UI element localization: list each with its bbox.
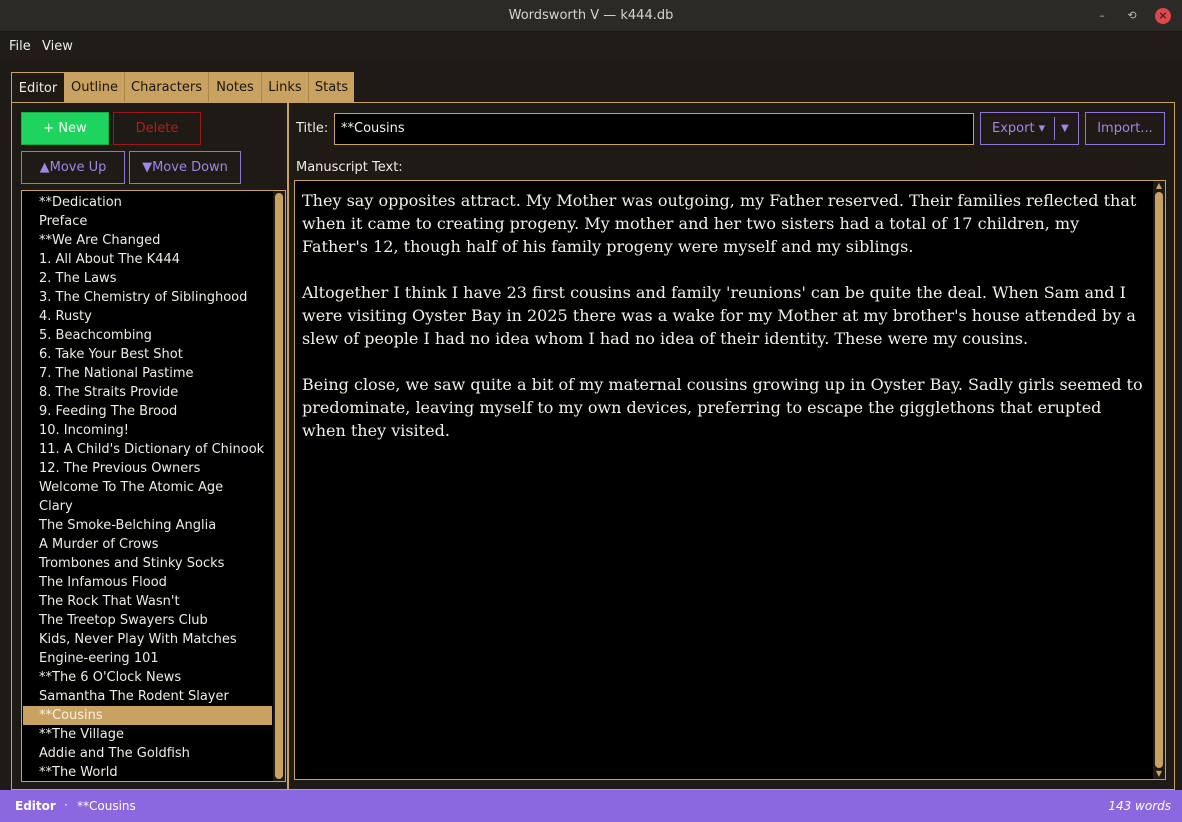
status-bar: Editor · **Cousins 143 words bbox=[0, 790, 1182, 822]
list-item[interactable]: **Dedication bbox=[23, 193, 272, 212]
list-item[interactable]: The Infamous Flood bbox=[23, 573, 272, 592]
chapter-list-scrollbar[interactable] bbox=[273, 191, 285, 781]
list-item[interactable]: 2. The Laws bbox=[23, 269, 272, 288]
list-item[interactable]: **We Are Changed bbox=[23, 231, 272, 250]
new-chapter-button[interactable]: + New bbox=[21, 112, 109, 145]
export-label: Export ▾ bbox=[992, 121, 1046, 136]
scrollbar-thumb[interactable] bbox=[1155, 192, 1163, 768]
minimize-icon[interactable]: – bbox=[1094, 8, 1110, 24]
chapter-list[interactable]: **Dedication Preface **We Are Changed 1.… bbox=[21, 190, 286, 782]
import-button[interactable]: Import... bbox=[1085, 112, 1165, 145]
list-item[interactable]: **The World bbox=[23, 763, 272, 781]
move-down-button[interactable]: ▼Move Down bbox=[129, 151, 241, 184]
window-title: Wordsworth V — k444.db bbox=[508, 8, 674, 23]
move-up-button[interactable]: ▲Move Up bbox=[21, 151, 125, 184]
list-item[interactable]: Addie and The Goldfish bbox=[23, 744, 272, 763]
list-item[interactable]: Clary bbox=[23, 497, 272, 516]
list-item[interactable]: Trombones and Stinky Socks bbox=[23, 554, 272, 573]
list-item[interactable]: The Rock That Wasn't bbox=[23, 592, 272, 611]
tab-notes[interactable]: Notes bbox=[209, 72, 262, 103]
chevron-down-icon[interactable]: ▼ bbox=[1061, 113, 1069, 144]
list-item[interactable]: 1. All About The K444 bbox=[23, 250, 272, 269]
list-item[interactable]: 9. Feeding The Brood bbox=[23, 402, 272, 421]
tab-editor[interactable]: Editor bbox=[11, 72, 65, 104]
restore-icon[interactable]: ⟲ bbox=[1124, 8, 1140, 24]
list-item[interactable]: The Smoke-Belching Anglia bbox=[23, 516, 272, 535]
tab-links[interactable]: Links bbox=[262, 72, 309, 103]
scroll-up-arrow-icon[interactable]: ▲ bbox=[1153, 181, 1165, 191]
export-button[interactable]: Export ▾ ▼ bbox=[980, 112, 1079, 145]
manuscript-editor[interactable]: They say opposites attract. My Mother wa… bbox=[294, 180, 1166, 780]
paragraph: They say opposites attract. My Mother wa… bbox=[302, 191, 1137, 256]
menu-bar: File View bbox=[0, 32, 1182, 60]
word-count: 143 words bbox=[1108, 799, 1171, 813]
list-item[interactable]: The Treetop Swayers Club bbox=[23, 611, 272, 630]
menu-file[interactable]: File bbox=[9, 39, 31, 54]
paragraph: Being close, we saw quite a bit of my ma… bbox=[302, 375, 1143, 440]
scrollbar-thumb[interactable] bbox=[275, 193, 283, 779]
split-handle[interactable] bbox=[287, 103, 289, 789]
list-item[interactable]: 12. The Previous Owners bbox=[23, 459, 272, 478]
export-separator bbox=[1054, 117, 1055, 140]
list-item[interactable]: 3. The Chemistry of Siblinghood bbox=[23, 288, 272, 307]
list-item[interactable]: **The 6 O'Clock News bbox=[23, 668, 272, 687]
list-item[interactable]: 7. The National Pastime bbox=[23, 364, 272, 383]
list-item[interactable]: 5. Beachcombing bbox=[23, 326, 272, 345]
status-mode: Editor bbox=[15, 799, 56, 813]
status-separator: · bbox=[64, 798, 68, 812]
manuscript-text[interactable]: They say opposites attract. My Mother wa… bbox=[302, 189, 1150, 465]
title-label: Title: bbox=[296, 121, 329, 136]
close-icon[interactable]: × bbox=[1155, 8, 1171, 24]
delete-chapter-button[interactable]: Delete bbox=[113, 112, 201, 145]
tab-outline[interactable]: Outline bbox=[65, 72, 125, 103]
list-item-selected[interactable]: **Cousins bbox=[23, 706, 272, 725]
list-item[interactable]: 11. A Child's Dictionary of Chinook bbox=[23, 440, 272, 459]
tab-stats[interactable]: Stats bbox=[309, 72, 354, 103]
menu-view[interactable]: View bbox=[42, 39, 73, 54]
scroll-down-arrow-icon[interactable]: ▼ bbox=[1153, 769, 1165, 779]
list-item[interactable]: 8. The Straits Provide bbox=[23, 383, 272, 402]
manuscript-label: Manuscript Text: bbox=[296, 160, 403, 175]
list-item[interactable]: Preface bbox=[23, 212, 272, 231]
status-document: **Cousins bbox=[77, 799, 136, 813]
list-item[interactable]: A Murder of Crows bbox=[23, 535, 272, 554]
manuscript-scrollbar[interactable]: ▲ ▼ bbox=[1153, 181, 1165, 779]
list-item[interactable]: 6. Take Your Best Shot bbox=[23, 345, 272, 364]
list-item[interactable]: **The Village bbox=[23, 725, 272, 744]
list-item[interactable]: 4. Rusty bbox=[23, 307, 272, 326]
window-titlebar: Wordsworth V — k444.db – ⟲ × bbox=[0, 0, 1182, 32]
tab-characters[interactable]: Characters bbox=[125, 72, 209, 103]
list-item[interactable]: Kids, Never Play With Matches bbox=[23, 630, 272, 649]
title-input[interactable]: **Cousins bbox=[334, 113, 974, 145]
list-item[interactable]: Samantha The Rodent Slayer bbox=[23, 687, 272, 706]
list-item[interactable]: Engine-eering 101 bbox=[23, 649, 272, 668]
list-item[interactable]: Welcome To The Atomic Age bbox=[23, 478, 272, 497]
paragraph: Altogether I think I have 23 first cousi… bbox=[302, 283, 1136, 348]
list-item[interactable]: 10. Incoming! bbox=[23, 421, 272, 440]
